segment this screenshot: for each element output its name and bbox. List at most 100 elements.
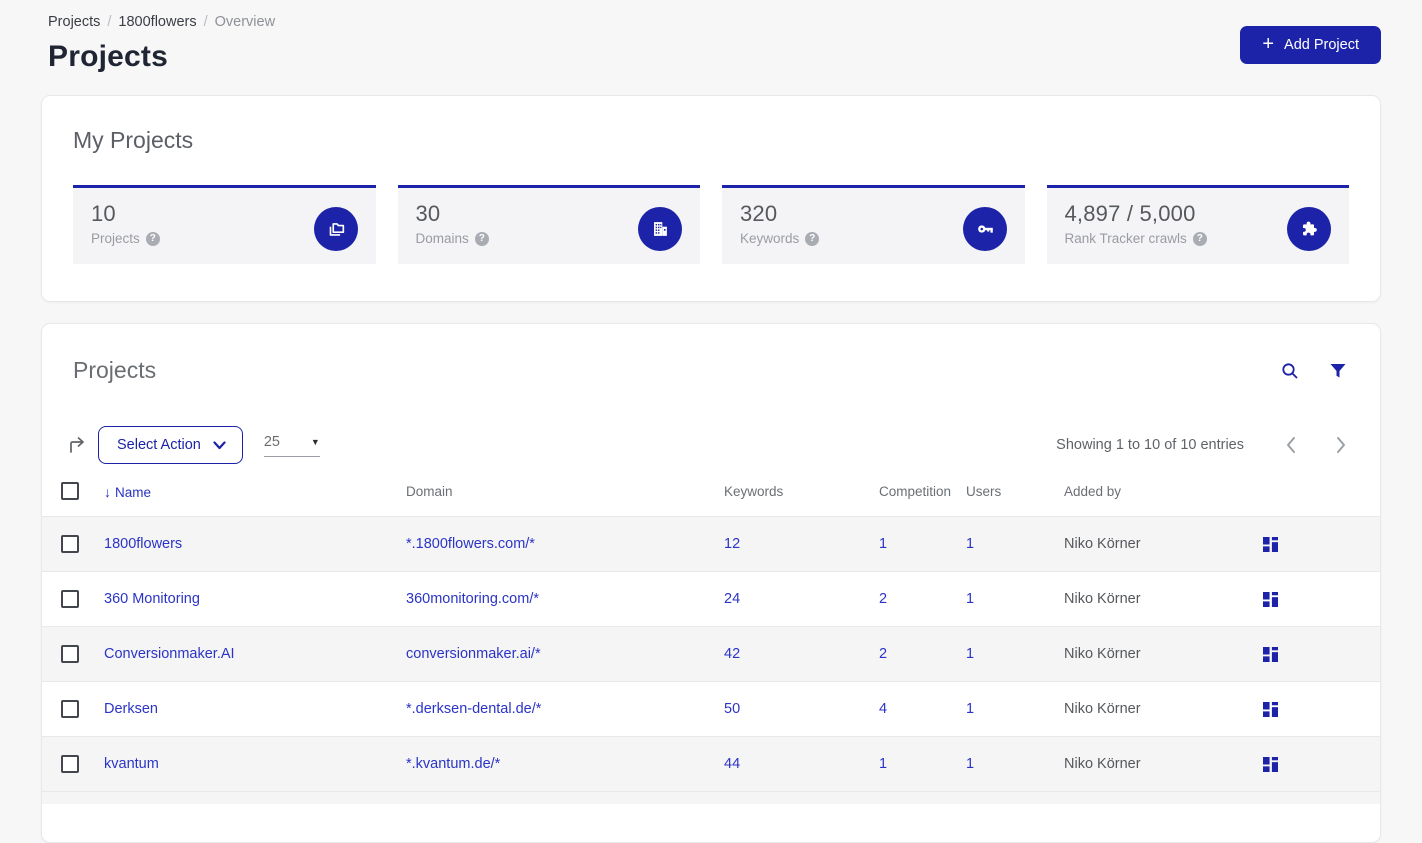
competition-count[interactable]: 2	[879, 591, 966, 607]
added-by: Niko Körner	[1064, 591, 1141, 607]
project-domain-link[interactable]: conversionmaker.ai/*	[406, 646, 724, 662]
pagination-next-icon[interactable]	[1335, 436, 1347, 454]
stat-tile-projects: 10 Projects ?	[73, 185, 376, 264]
table-row-partial	[42, 792, 1380, 804]
row-checkbox[interactable]	[61, 700, 79, 718]
table-row: 1800flowers *.1800flowers.com/* 12 1 1 N…	[42, 517, 1380, 572]
column-header-users[interactable]: Users	[966, 484, 1064, 499]
project-name-link[interactable]: 1800flowers	[104, 536, 406, 552]
row-checkbox[interactable]	[61, 755, 79, 773]
keywords-count[interactable]: 42	[724, 646, 879, 662]
competition-count[interactable]: 1	[879, 756, 966, 772]
stat-text: 10 Projects ?	[91, 201, 160, 246]
column-header-name[interactable]: ↓ Name	[104, 484, 406, 500]
projects-table: ↓ Name Domain Keywords Competition Users…	[42, 482, 1380, 804]
dashboard-icon[interactable]	[1263, 591, 1278, 607]
stat-tile-domains: 30 Domains ?	[397, 185, 700, 264]
dashboard-icon[interactable]	[1263, 756, 1278, 772]
keywords-count[interactable]: 50	[724, 701, 879, 717]
project-domain-link[interactable]: *.kvantum.de/*	[406, 756, 724, 772]
keywords-label: Keywords	[740, 231, 800, 246]
row-checkbox[interactable]	[61, 535, 79, 553]
breadcrumb-projects[interactable]: Projects	[48, 14, 100, 30]
added-by: Niko Körner	[1064, 701, 1141, 717]
column-header-added-by[interactable]: Added by	[1064, 484, 1251, 499]
add-project-button[interactable]: + Add Project	[1240, 26, 1381, 64]
projects-count: 10	[91, 201, 116, 226]
column-header-domain[interactable]: Domain	[406, 484, 724, 499]
keywords-count[interactable]: 24	[724, 591, 879, 607]
stat-tile-keywords: 320 Keywords ?	[722, 185, 1025, 264]
projects-icon	[313, 207, 358, 251]
projects-card: Projects Select Action 25 ▼ Showing 1 to…	[41, 323, 1381, 843]
breadcrumb: Projects / 1800flowers / Overview	[48, 14, 1374, 30]
chevron-down-icon	[213, 440, 226, 449]
project-name-link[interactable]: 360 Monitoring	[104, 591, 406, 607]
project-domain-link[interactable]: *.derksen-dental.de/*	[406, 701, 724, 717]
table-row: 360 Monitoring 360monitoring.com/* 24 2 …	[42, 572, 1380, 627]
domains-label: Domains	[415, 231, 469, 246]
table-row: Derksen *.derksen-dental.de/* 50 4 1 Nik…	[42, 682, 1380, 737]
sort-descending-icon: ↓	[104, 484, 111, 500]
breadcrumb-separator: /	[107, 14, 112, 30]
users-count[interactable]: 1	[966, 756, 1064, 772]
help-icon[interactable]: ?	[474, 231, 489, 246]
entries-status: Showing 1 to 10 of 10 entries	[1056, 437, 1244, 453]
table-row: kvantum *.kvantum.de/* 44 1 1 Niko Körne…	[42, 737, 1380, 792]
project-name-link[interactable]: kvantum	[104, 756, 406, 772]
export-icon[interactable]	[66, 434, 88, 456]
competition-count[interactable]: 4	[879, 701, 966, 717]
crawls-label: Rank Tracker crawls	[1064, 231, 1187, 246]
filter-icon[interactable]	[1329, 362, 1347, 380]
table-row: Conversionmaker.AI conversionmaker.ai/* …	[42, 627, 1380, 682]
pagination-prev-icon[interactable]	[1285, 436, 1297, 454]
project-name-link[interactable]: Derksen	[104, 701, 406, 717]
added-by: Niko Körner	[1064, 756, 1141, 772]
help-icon[interactable]: ?	[1192, 231, 1207, 246]
project-domain-link[interactable]: 360monitoring.com/*	[406, 591, 724, 607]
help-icon[interactable]: ?	[805, 231, 820, 246]
column-header-competition[interactable]: Competition	[879, 484, 966, 499]
project-domain-link[interactable]: *.1800flowers.com/*	[406, 536, 724, 552]
breadcrumb-1800flowers[interactable]: 1800flowers	[118, 14, 196, 30]
search-icon[interactable]	[1280, 361, 1300, 381]
caret-down-icon: ▼	[310, 436, 320, 447]
added-by: Niko Körner	[1064, 536, 1141, 552]
competition-count[interactable]: 2	[879, 646, 966, 662]
crawls-count: 4,897 / 5,000	[1064, 201, 1196, 226]
select-all-checkbox[interactable]	[61, 482, 79, 500]
stats-row: 10 Projects ? 30 Domains ? 320 Keywords …	[73, 185, 1349, 264]
keywords-count[interactable]: 44	[724, 756, 879, 772]
dashboard-icon[interactable]	[1263, 646, 1278, 662]
row-checkbox[interactable]	[61, 645, 79, 663]
select-action-dropdown[interactable]: Select Action	[98, 426, 243, 464]
page-root: Projects / 1800flowers / Overview Projec…	[0, 0, 1422, 843]
dashboard-icon[interactable]	[1263, 701, 1278, 717]
column-header-keywords[interactable]: Keywords	[724, 484, 879, 499]
page-title: Projects	[48, 40, 168, 73]
table-toolbar: Select Action 25 ▼ Showing 1 to 10 of 10…	[42, 426, 1380, 464]
page-size-value: 25	[263, 433, 280, 450]
keywords-icon	[962, 207, 1007, 251]
users-count[interactable]: 1	[966, 591, 1064, 607]
add-project-label: Add Project	[1284, 37, 1359, 53]
keywords-count: 320	[740, 201, 778, 226]
page-size-select[interactable]: 25 ▼	[263, 433, 320, 457]
select-action-label: Select Action	[117, 437, 201, 453]
my-projects-title: My Projects	[73, 127, 194, 153]
dashboard-icon[interactable]	[1263, 536, 1278, 552]
help-icon[interactable]: ?	[145, 231, 160, 246]
users-count[interactable]: 1	[966, 536, 1064, 552]
added-by: Niko Körner	[1064, 646, 1141, 662]
stat-text: 4,897 / 5,000 Rank Tracker crawls ?	[1065, 201, 1207, 246]
my-projects-card: My Projects 10 Projects ? 30 Domains ? 3…	[41, 95, 1381, 302]
project-name-link[interactable]: Conversionmaker.AI	[104, 646, 406, 662]
domains-icon	[638, 207, 682, 251]
users-count[interactable]: 1	[966, 701, 1064, 717]
users-count[interactable]: 1	[966, 646, 1064, 662]
projects-label: Projects	[91, 231, 140, 246]
keywords-count[interactable]: 12	[724, 536, 879, 552]
competition-count[interactable]: 1	[879, 536, 966, 552]
row-checkbox[interactable]	[61, 590, 79, 608]
stat-text: 320 Keywords ?	[740, 201, 820, 246]
